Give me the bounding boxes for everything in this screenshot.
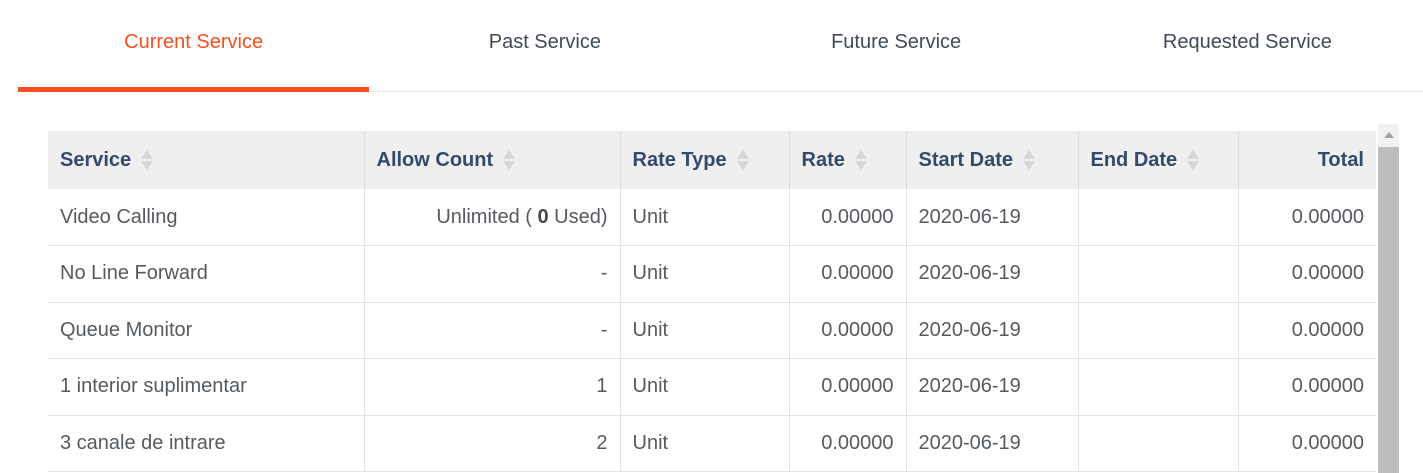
cell-rate: 0.00000	[788, 245, 906, 303]
cell-start-date: 2020-06-19	[905, 415, 1078, 472]
cell-end-date	[1077, 302, 1238, 359]
cell-service: No Line Forward	[48, 245, 364, 303]
column-header-allow-count[interactable]: Allow Count	[363, 131, 620, 189]
cell-total: 0.00000	[1237, 245, 1376, 303]
cell-service: 3 canale de intrare	[48, 415, 364, 472]
scrollbar-thumb[interactable]	[1378, 147, 1399, 473]
cell-rate-type: Unit	[619, 302, 789, 359]
services-table: Service Allow Count Rate Type Rate Start…	[48, 131, 1376, 472]
column-header-total: Total	[1237, 131, 1376, 189]
tab-requested-service[interactable]: Requested Service	[1072, 0, 1423, 91]
tab-past-service[interactable]: Past Service	[369, 0, 720, 91]
tab-future-service[interactable]: Future Service	[721, 0, 1072, 91]
cell-rate: 0.00000	[788, 189, 906, 246]
cell-allow-count: 1	[363, 358, 620, 416]
sort-arrows-icon[interactable]	[736, 149, 749, 171]
sort-arrows-icon[interactable]	[141, 149, 154, 171]
cell-end-date	[1077, 415, 1238, 472]
table-row: 3 canale de intrare 2 Unit 0.00000 2020-…	[48, 415, 1376, 472]
cell-end-date	[1077, 358, 1238, 416]
cell-total: 0.00000	[1237, 358, 1376, 416]
tab-current-service[interactable]: Current Service	[18, 0, 370, 92]
cell-rate-type: Unit	[619, 358, 789, 416]
used-count: 0	[537, 205, 549, 228]
cell-start-date: 2020-06-19	[905, 302, 1078, 359]
table-row: 1 interior suplimentar 1 Unit 0.00000 20…	[48, 358, 1376, 416]
column-header-rate-type[interactable]: Rate Type	[619, 131, 789, 189]
column-header-start-date[interactable]: Start Date	[905, 131, 1078, 189]
vertical-scrollbar[interactable]	[1378, 124, 1399, 473]
table-row: Video Calling Unlimited ( 0 Used) Unit 0…	[48, 189, 1376, 246]
cell-total: 0.00000	[1237, 415, 1376, 472]
column-header-end-date[interactable]: End Date	[1077, 131, 1238, 189]
service-tabs: Current Service Past Service Future Serv…	[18, 0, 1423, 92]
cell-end-date	[1077, 189, 1238, 246]
cell-total: 0.00000	[1237, 189, 1376, 246]
sort-arrows-icon[interactable]	[854, 149, 867, 171]
scroll-up-arrow-icon[interactable]	[1378, 124, 1399, 146]
cell-service: Queue Monitor	[48, 302, 364, 359]
table-row: Queue Monitor - Unit 0.00000 2020-06-19 …	[48, 302, 1376, 359]
table-header-row: Service Allow Count Rate Type Rate Start…	[48, 131, 1376, 189]
table-row: No Line Forward - Unit 0.00000 2020-06-1…	[48, 245, 1376, 303]
cell-rate: 0.00000	[788, 302, 906, 359]
cell-total: 0.00000	[1237, 302, 1376, 359]
services-table-container: Service Allow Count Rate Type Rate Start…	[48, 131, 1376, 473]
cell-rate-type: Unit	[619, 245, 789, 303]
cell-service: 1 interior suplimentar	[48, 358, 364, 416]
cell-start-date: 2020-06-19	[905, 358, 1078, 416]
cell-service: Video Calling	[48, 189, 364, 246]
sort-arrows-icon[interactable]	[1187, 149, 1200, 171]
cell-rate: 0.00000	[788, 358, 906, 416]
sort-arrows-icon[interactable]	[503, 149, 516, 171]
cell-start-date: 2020-06-19	[905, 245, 1078, 303]
sort-arrows-icon[interactable]	[1022, 149, 1035, 171]
cell-start-date: 2020-06-19	[905, 189, 1078, 246]
cell-rate: 0.00000	[788, 415, 906, 472]
cell-allow-count: -	[363, 302, 620, 359]
cell-end-date	[1077, 245, 1238, 303]
cell-allow-count: -	[363, 245, 620, 303]
cell-allow-count: Unlimited ( 0 Used)	[363, 189, 620, 246]
cell-rate-type: Unit	[619, 189, 789, 246]
cell-rate-type: Unit	[619, 415, 789, 472]
column-header-service[interactable]: Service	[48, 131, 364, 189]
cell-allow-count: 2	[363, 415, 620, 472]
column-header-rate[interactable]: Rate	[788, 131, 906, 189]
